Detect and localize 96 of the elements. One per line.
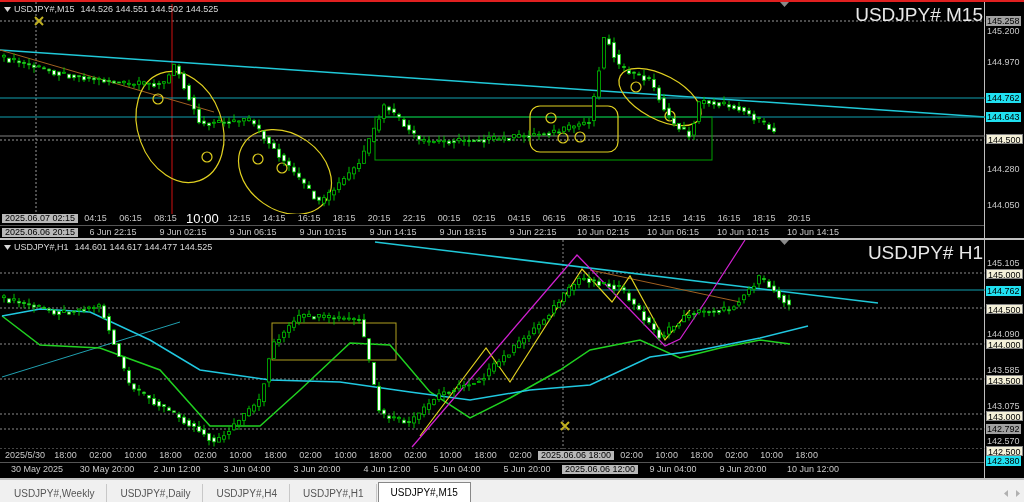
- time-axis-label: 02:00: [298, 451, 323, 460]
- time-axis-label: 06:15: [541, 214, 567, 224]
- price-axis-label: 143.075: [986, 400, 1021, 411]
- time-axis-label: 02:00: [508, 451, 533, 460]
- price-axis-label: 144.643: [986, 111, 1021, 122]
- time-axis-label: 2 Jun 12:00: [152, 464, 202, 474]
- time-axis-label: 18:00: [158, 451, 183, 460]
- time-axis-label: 02:00: [193, 451, 218, 460]
- time-axis-label: 10:00: [123, 451, 148, 460]
- chart-title: USDJPY# H1: [867, 243, 983, 262]
- time-axis-label: 3 Jun 04:00: [222, 464, 272, 474]
- time-axis-label: 06:15: [118, 214, 143, 224]
- price-axis-label: 145.105: [986, 257, 1021, 268]
- time-axis-label: 18:00: [53, 451, 78, 460]
- price-axis-label: 145.000: [986, 269, 1023, 279]
- time-axis-label: 2025.06.06 18:00: [538, 451, 615, 460]
- price-axis-label: 143.500: [986, 374, 1023, 385]
- price-axis-label: 143.000: [986, 410, 1023, 421]
- time-axis-label: 18:00: [263, 451, 288, 460]
- price-axis-label: 144.280: [986, 164, 1021, 175]
- time-axis-label: 10 Jun 14:15: [786, 227, 841, 237]
- time-axis-label: 18:00: [689, 451, 714, 460]
- time-axis-label: 9 Jun 04:00: [648, 464, 698, 474]
- time-axis-label: 04:15: [83, 214, 108, 224]
- price-axis-label: 144.762: [986, 93, 1021, 104]
- time-axis-label: 2025.06.06 12:00: [562, 464, 639, 474]
- time-axis-label: 30 May 2025: [9, 464, 64, 474]
- time-axis-label: 10 Jun 02:15: [576, 227, 631, 237]
- time-axis-label: 5 Jun 20:00: [502, 464, 552, 474]
- time-axis-label: 18:15: [331, 214, 357, 224]
- price-axis-label: 144.500: [986, 133, 1023, 144]
- time-axis-label: 20:15: [786, 214, 812, 224]
- time-axis-label: 9 Jun 10:15: [298, 227, 348, 237]
- price-axis-label: 142.380: [986, 456, 1021, 467]
- chart-title: USDJPY# M15: [855, 5, 983, 24]
- time-axis-label: 02:00: [403, 451, 428, 460]
- price-axis-label: 145.200: [986, 25, 1021, 36]
- time-axis-label: 2025.06.07 02:15: [2, 214, 79, 224]
- price-axis-label: 144.090: [986, 329, 1021, 340]
- time-axis-label: 10:00: [185, 212, 220, 226]
- price-axis-label: 144.000: [986, 339, 1023, 350]
- time-axis-label: 14:15: [261, 214, 287, 224]
- time-axis-label: 18:00: [794, 451, 819, 460]
- chart-tab[interactable]: USDJPY#,M15: [377, 482, 471, 502]
- time-axis-label: 14:15: [681, 214, 707, 224]
- price-axis-label: 145.258: [986, 15, 1021, 26]
- time-axis-label: 9 Jun 14:15: [368, 227, 418, 237]
- price-axis-label: 143.585: [986, 364, 1021, 375]
- time-axis-label: 12:15: [646, 214, 672, 224]
- symbol-label: USDJPY#,M15: [14, 3, 75, 16]
- time-axis-label: 10 Jun 06:15: [646, 227, 701, 237]
- time-axis-label: 9 Jun 22:15: [508, 227, 558, 237]
- time-axis-label: 10:15: [611, 214, 637, 224]
- time-axis-label: 16:15: [716, 214, 742, 224]
- time-axis-label: 2025.06.06 20:15: [2, 227, 79, 237]
- time-axis-label: 2025/5/30: [4, 451, 47, 460]
- time-axis-label: 16:15: [296, 214, 322, 224]
- time-axis-label: 10 Jun 12:00: [786, 464, 841, 474]
- price-axis-label: 142.792: [986, 424, 1021, 435]
- price-axis-label: 144.500: [986, 304, 1023, 315]
- time-axis-label: 18:15: [751, 214, 777, 224]
- time-axis-label: 02:00: [619, 451, 644, 460]
- time-axis-label: 4 Jun 12:00: [362, 464, 412, 474]
- time-axis-label: 9 Jun 20:00: [718, 464, 768, 474]
- time-axis-label: 10:00: [438, 451, 463, 460]
- time-axis-label: 10:00: [759, 451, 784, 460]
- time-axis-label: 20:15: [366, 214, 392, 224]
- time-axis-label: 12:15: [226, 214, 252, 224]
- time-axis-label: 04:15: [506, 214, 532, 224]
- time-axis-label: 22:15: [401, 214, 427, 224]
- time-axis-label: 10:00: [333, 451, 358, 460]
- ohlc-values: 144.526 144.551 144.502 144.525: [80, 3, 219, 16]
- time-axis-label: 18:00: [368, 451, 393, 460]
- price-axis-label: 144.050: [986, 200, 1021, 210]
- symbol-label: USDJPY#,H1: [14, 241, 69, 254]
- time-axis-label: 00:15: [436, 214, 462, 224]
- time-axis-label: 10:00: [654, 451, 679, 460]
- time-axis-label: 30 May 20:00: [78, 464, 136, 474]
- time-axis-label: 9 Jun 02:15: [158, 227, 208, 237]
- time-axis-label: 10 Jun 10:15: [716, 227, 771, 237]
- ohlc-values: 144.601 144.617 144.477 144.525: [74, 241, 213, 254]
- price-axis-label: 144.970: [986, 56, 1021, 67]
- price-axis-label: 144.762: [986, 285, 1021, 296]
- time-axis-label: 02:15: [471, 214, 497, 224]
- price-axis-label: 142.570: [986, 436, 1021, 447]
- time-axis-label: 6 Jun 22:15: [88, 227, 138, 237]
- time-axis-label: 08:15: [153, 214, 178, 224]
- time-axis-label: 02:00: [724, 451, 749, 460]
- time-axis-label: 18:00: [473, 451, 498, 460]
- time-axis-label: 5 Jun 04:00: [432, 464, 482, 474]
- time-axis-label: 10:00: [228, 451, 253, 460]
- time-axis-label: 9 Jun 18:15: [438, 227, 488, 237]
- time-axis-label: 3 Jun 20:00: [292, 464, 342, 474]
- time-axis-label: 02:00: [88, 451, 113, 460]
- time-axis-label: 08:15: [576, 214, 602, 224]
- time-axis-label: 9 Jun 06:15: [228, 227, 278, 237]
